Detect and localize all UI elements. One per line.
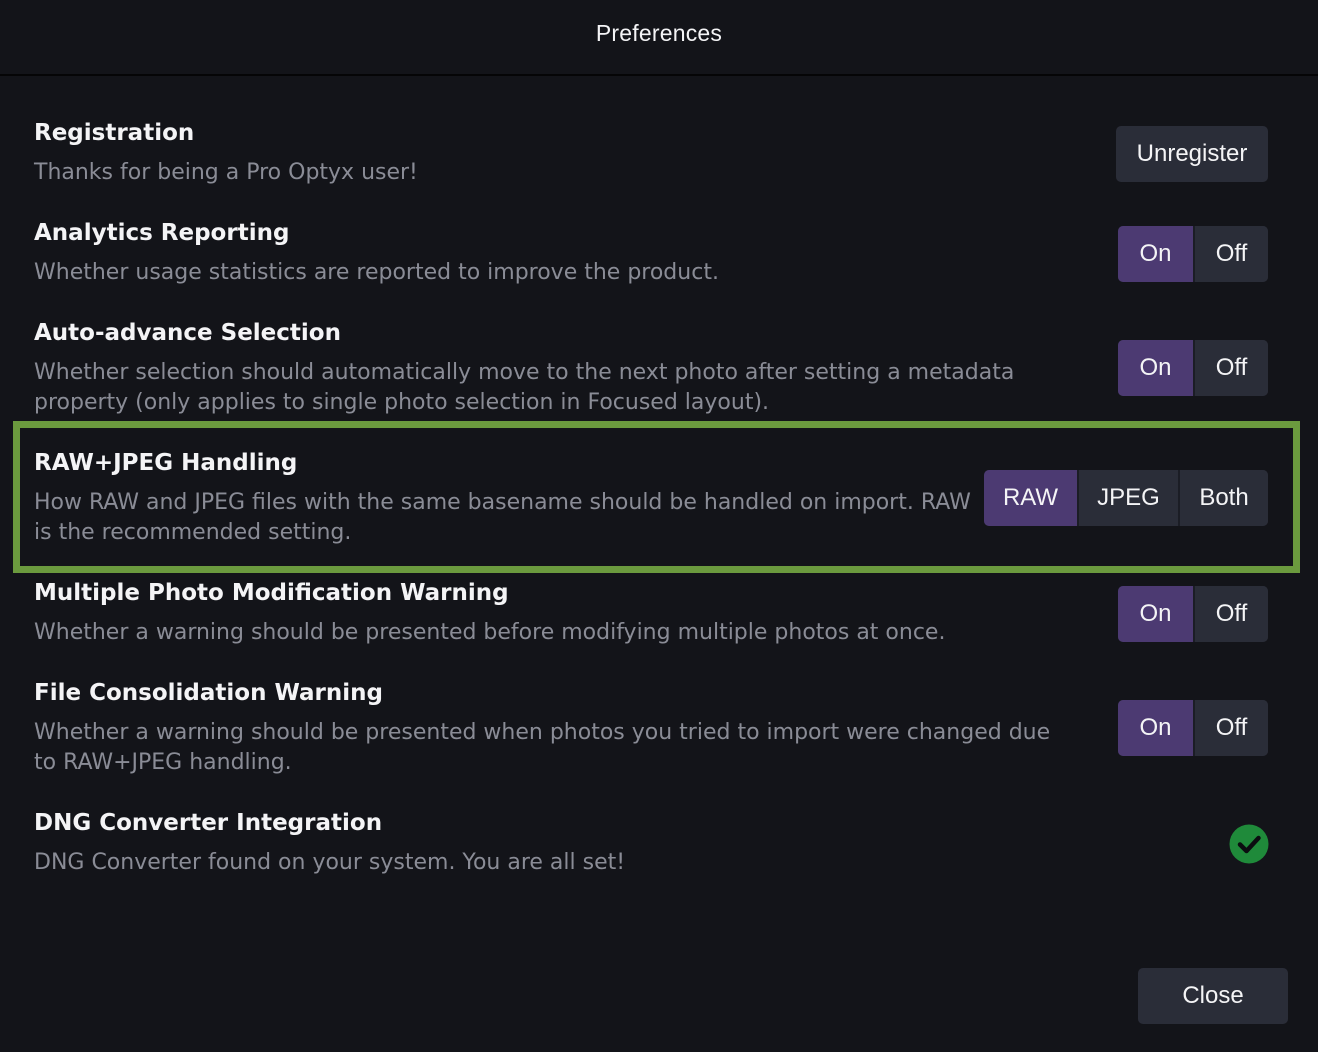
setting-description: Whether a warning should be presented be… — [34, 620, 946, 645]
both-option[interactable]: Both — [1178, 470, 1268, 526]
file-consolidation-toggle: On Off — [1118, 700, 1268, 756]
close-button[interactable]: Close — [1138, 968, 1288, 1024]
multi-modify-off-option[interactable]: Off — [1193, 586, 1268, 642]
analytics-toggle: On Off — [1118, 226, 1268, 282]
setting-description: Whether a warning should be presented wh… — [34, 720, 1051, 775]
setting-auto-advance: Auto-advance Selection Whether selection… — [34, 318, 1268, 418]
setting-description: DNG Converter found on your system. You … — [34, 850, 626, 875]
multi-modify-toggle: On Off — [1118, 586, 1268, 642]
setting-analytics: Analytics Reporting Whether usage statis… — [34, 218, 1268, 288]
auto-advance-on-option[interactable]: On — [1118, 340, 1193, 396]
setting-dng: DNG Converter Integration DNG Converter … — [34, 808, 1268, 878]
setting-title: Analytics Reporting — [34, 220, 290, 246]
window-title: Preferences — [595, 19, 723, 46]
auto-advance-toggle: On Off — [1118, 340, 1268, 396]
file-consolidation-off-option[interactable]: Off — [1193, 700, 1268, 756]
setting-multi-modify: Multiple Photo Modification Warning Whet… — [34, 578, 1268, 648]
jpeg-option[interactable]: JPEG — [1077, 470, 1178, 526]
title-bar: Preferences — [0, 0, 1318, 76]
auto-advance-off-option[interactable]: Off — [1193, 340, 1268, 396]
analytics-on-option[interactable]: On — [1118, 226, 1193, 282]
setting-title: DNG Converter Integration — [34, 810, 383, 836]
setting-title: Auto-advance Selection — [34, 320, 341, 346]
setting-description: How RAW and JPEG files with the same bas… — [34, 490, 971, 545]
setting-title: File Consolidation Warning — [34, 680, 383, 706]
raw-jpeg-selector: RAW JPEG Both — [984, 470, 1268, 526]
setting-file-consolidation: File Consolidation Warning Whether a war… — [34, 678, 1268, 778]
setting-description: Whether selection should automatically m… — [34, 360, 1015, 415]
setting-registration: Registration Thanks for being a Pro Opty… — [34, 118, 1268, 188]
setting-description: Whether usage statistics are reported to… — [34, 260, 719, 285]
unregister-button[interactable]: Unregister — [1116, 126, 1268, 182]
checkmark-circle-icon — [1229, 824, 1269, 864]
raw-option[interactable]: RAW — [984, 470, 1077, 526]
setting-title: Registration — [34, 120, 195, 146]
setting-title: Multiple Photo Modification Warning — [34, 580, 509, 606]
multi-modify-on-option[interactable]: On — [1118, 586, 1193, 642]
analytics-off-option[interactable]: Off — [1193, 226, 1268, 282]
file-consolidation-on-option[interactable]: On — [1118, 700, 1193, 756]
setting-description: Thanks for being a Pro Optyx user! — [34, 160, 418, 185]
